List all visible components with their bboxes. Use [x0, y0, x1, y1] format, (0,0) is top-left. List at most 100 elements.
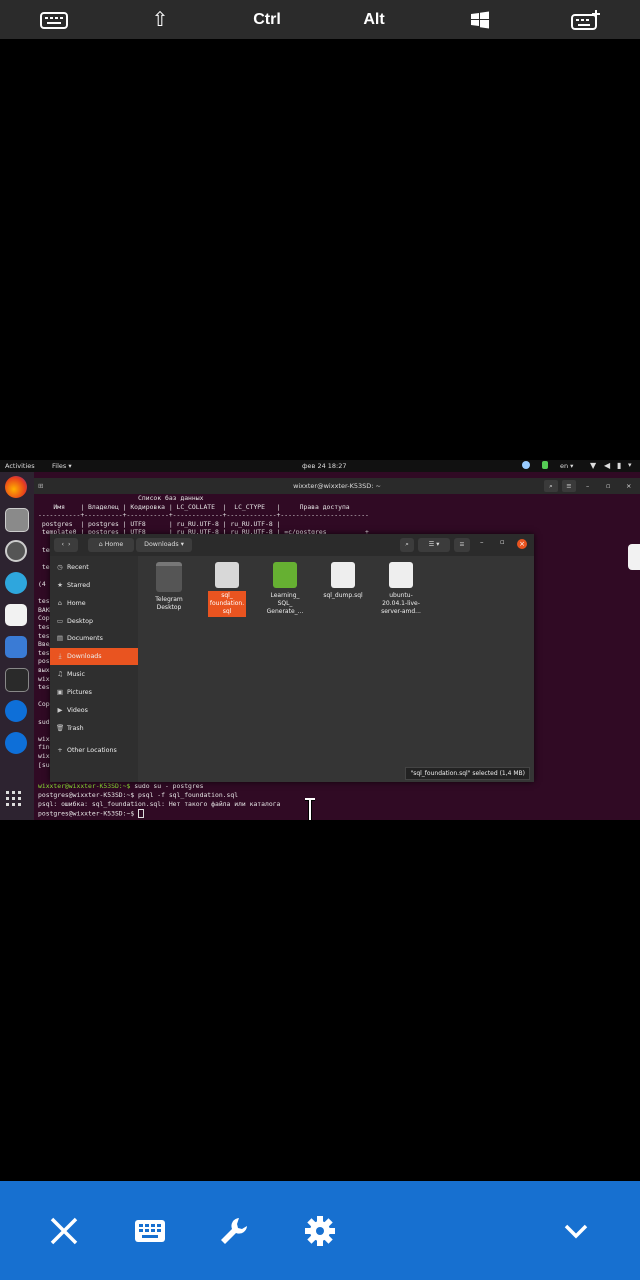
sidebar-item-label: Documents	[67, 635, 103, 642]
close-icon[interactable]: ×	[626, 478, 631, 494]
sidebar-item-starred[interactable]: ★ Starred	[50, 577, 138, 594]
file-name: sql_ foundation. sql	[207, 591, 247, 617]
sidebar-item-label: Pictures	[67, 689, 92, 696]
clock[interactable]: фев 24 18:27	[302, 462, 347, 470]
files-app-menu[interactable]: Files ▾	[52, 462, 72, 470]
ctrl-key-button[interactable]: Ctrl	[246, 0, 288, 39]
text-editor-icon[interactable]	[5, 604, 27, 626]
sidebar-item-label: Music	[67, 671, 85, 678]
sidebar-item-trash[interactable]: 🗑 Trash	[50, 720, 138, 737]
sidebar-item-label: Trash	[67, 725, 84, 732]
disc-image-icon	[389, 562, 413, 588]
windows-key-icon[interactable]	[464, 0, 496, 39]
sidebar-item-downloads[interactable]: ⤓ Downloads	[50, 648, 138, 665]
settings-gear-icon[interactable]	[300, 1181, 340, 1280]
show-applications-icon[interactable]	[5, 790, 23, 808]
file-name-line: sql_	[221, 592, 233, 599]
activities-button[interactable]: Activities	[5, 462, 35, 470]
file-item[interactable]: Telegram Desktop	[144, 562, 194, 613]
database-file-icon	[331, 562, 355, 588]
teamviewer-icon[interactable]	[5, 700, 27, 722]
back-forward-buttons[interactable]: ‹ ›	[54, 538, 78, 552]
file-name: Telegram Desktop	[153, 595, 185, 613]
view-options-icon[interactable]: ☰ ▾	[418, 538, 450, 552]
path-downloads-label: Downloads	[144, 541, 179, 548]
file-name-line: ubuntu-	[389, 592, 413, 599]
remote-desktop-view[interactable]: Activities Files ▾ фев 24 18:27 en ▾ ▼ ◀…	[0, 460, 640, 820]
recent-icon: ◷	[57, 563, 63, 571]
system-menu-icon[interactable]: ▾	[628, 461, 632, 469]
terminal-line: Список баз данных	[38, 494, 204, 502]
telegram-icon[interactable]	[5, 572, 27, 594]
new-tab-icon[interactable]: ⊞	[38, 478, 43, 494]
search-icon[interactable]: ⌕	[400, 538, 414, 552]
search-icon[interactable]: ⌕	[544, 480, 558, 492]
shield-tray-icon[interactable]	[542, 461, 548, 469]
teamviewer-tray-icon[interactable]	[522, 461, 530, 469]
firefox-icon[interactable]	[5, 476, 27, 498]
starred-icon: ★	[57, 581, 63, 589]
text-cursor-icon	[304, 797, 316, 820]
settings-gear-icon[interactable]	[5, 540, 27, 562]
selection-status: "sql_foundation.sql" selected (1,4 MB)	[405, 767, 530, 780]
network-icon[interactable]: ▼	[590, 461, 596, 470]
file-name: Learning_ SQL_ Generate_...	[265, 591, 306, 617]
files-icon[interactable]	[5, 508, 29, 532]
dock	[0, 472, 34, 820]
chevron-down-icon[interactable]	[556, 1181, 596, 1280]
desktop-icon: ▭	[56, 617, 64, 625]
sidebar-item-other-locations[interactable]: + Other Locations	[50, 742, 138, 759]
music-icon: ♫	[57, 670, 63, 678]
sidebar-item-recent[interactable]: ◷ Recent	[50, 559, 138, 576]
keyboard-icon[interactable]	[36, 0, 72, 39]
sidebar-item-home[interactable]: ⌂ Home	[50, 595, 138, 612]
path-home-button[interactable]: ⌂ Home	[88, 538, 134, 552]
minimize-icon[interactable]: –	[586, 478, 589, 494]
terminal-icon[interactable]	[5, 668, 29, 692]
alt-key-button[interactable]: Alt	[356, 0, 392, 39]
teamviewer-side-tab[interactable]	[628, 544, 640, 570]
files-window[interactable]: ‹ › ⌂ Home Downloads ▾ ⌕ ☰ ▾ ≡ – ▫ × ◷ Re…	[50, 534, 534, 782]
file-name-line: Desktop	[156, 604, 182, 611]
battery-icon[interactable]: ▮	[617, 461, 621, 470]
sidebar-item-label: Other Locations	[67, 747, 117, 754]
files-headerbar: ‹ › ⌂ Home Downloads ▾ ⌕ ☰ ▾ ≡ – ▫ ×	[50, 534, 534, 556]
sidebar-item-videos[interactable]: ▶ Videos	[50, 702, 138, 719]
input-language-menu[interactable]: en ▾	[560, 462, 573, 470]
maximize-icon[interactable]: ▫	[606, 478, 610, 494]
trash-icon: 🗑	[56, 724, 65, 732]
file-item[interactable]: ubuntu- 20.04.1-live-server-amd...	[376, 562, 426, 617]
file-name: sql_dump.sql	[321, 591, 364, 601]
shift-key-button[interactable]: ⇧	[144, 0, 176, 39]
menu-icon[interactable]: ≡	[454, 538, 470, 552]
sidebar-item-label: Videos	[67, 707, 88, 714]
path-downloads-button[interactable]: Downloads ▾	[136, 538, 192, 552]
terminal-line-cmd1: wixxter@wixxter-K53SD:~$ sudo su - postg…	[38, 782, 203, 790]
sidebar-item-music[interactable]: ♫ Music	[50, 666, 138, 683]
wrench-icon[interactable]	[214, 1181, 254, 1280]
minimize-icon[interactable]: –	[480, 538, 484, 546]
file-item[interactable]: Learning_ SQL_ Generate_...	[260, 562, 310, 617]
folder-icon	[156, 562, 182, 592]
close-session-icon[interactable]	[44, 1181, 84, 1280]
documents-icon: ▤	[56, 634, 64, 642]
sidebar-item-pictures[interactable]: ▣ Pictures	[50, 684, 138, 701]
file-name-line: sql_dump.sql	[323, 592, 363, 599]
volume-icon[interactable]: ◀	[604, 461, 610, 470]
file-item[interactable]: sql_ foundation. sql	[202, 562, 252, 617]
maximize-icon[interactable]: ▫	[500, 538, 505, 546]
sidebar-item-label: Desktop	[67, 618, 93, 625]
close-icon[interactable]: ×	[517, 539, 527, 549]
prompt-text: wixxter@wixxter-K53SD:~$	[38, 782, 131, 790]
file-name-line: SQL_	[277, 600, 293, 607]
file-name-line: 20.04.1-live-	[382, 600, 420, 607]
sidebar-item-label: Starred	[67, 582, 91, 589]
system-monitor-icon[interactable]	[5, 636, 27, 658]
menu-icon[interactable]: ≡	[562, 480, 576, 492]
sidebar-item-documents[interactable]: ▤ Documents	[50, 630, 138, 647]
teamviewer-icon[interactable]	[5, 732, 27, 754]
file-item[interactable]: sql_dump.sql	[318, 562, 368, 601]
keyboard-icon[interactable]	[130, 1181, 170, 1280]
keyboard-add-icon[interactable]	[568, 0, 604, 39]
sidebar-item-desktop[interactable]: ▭ Desktop	[50, 613, 138, 630]
